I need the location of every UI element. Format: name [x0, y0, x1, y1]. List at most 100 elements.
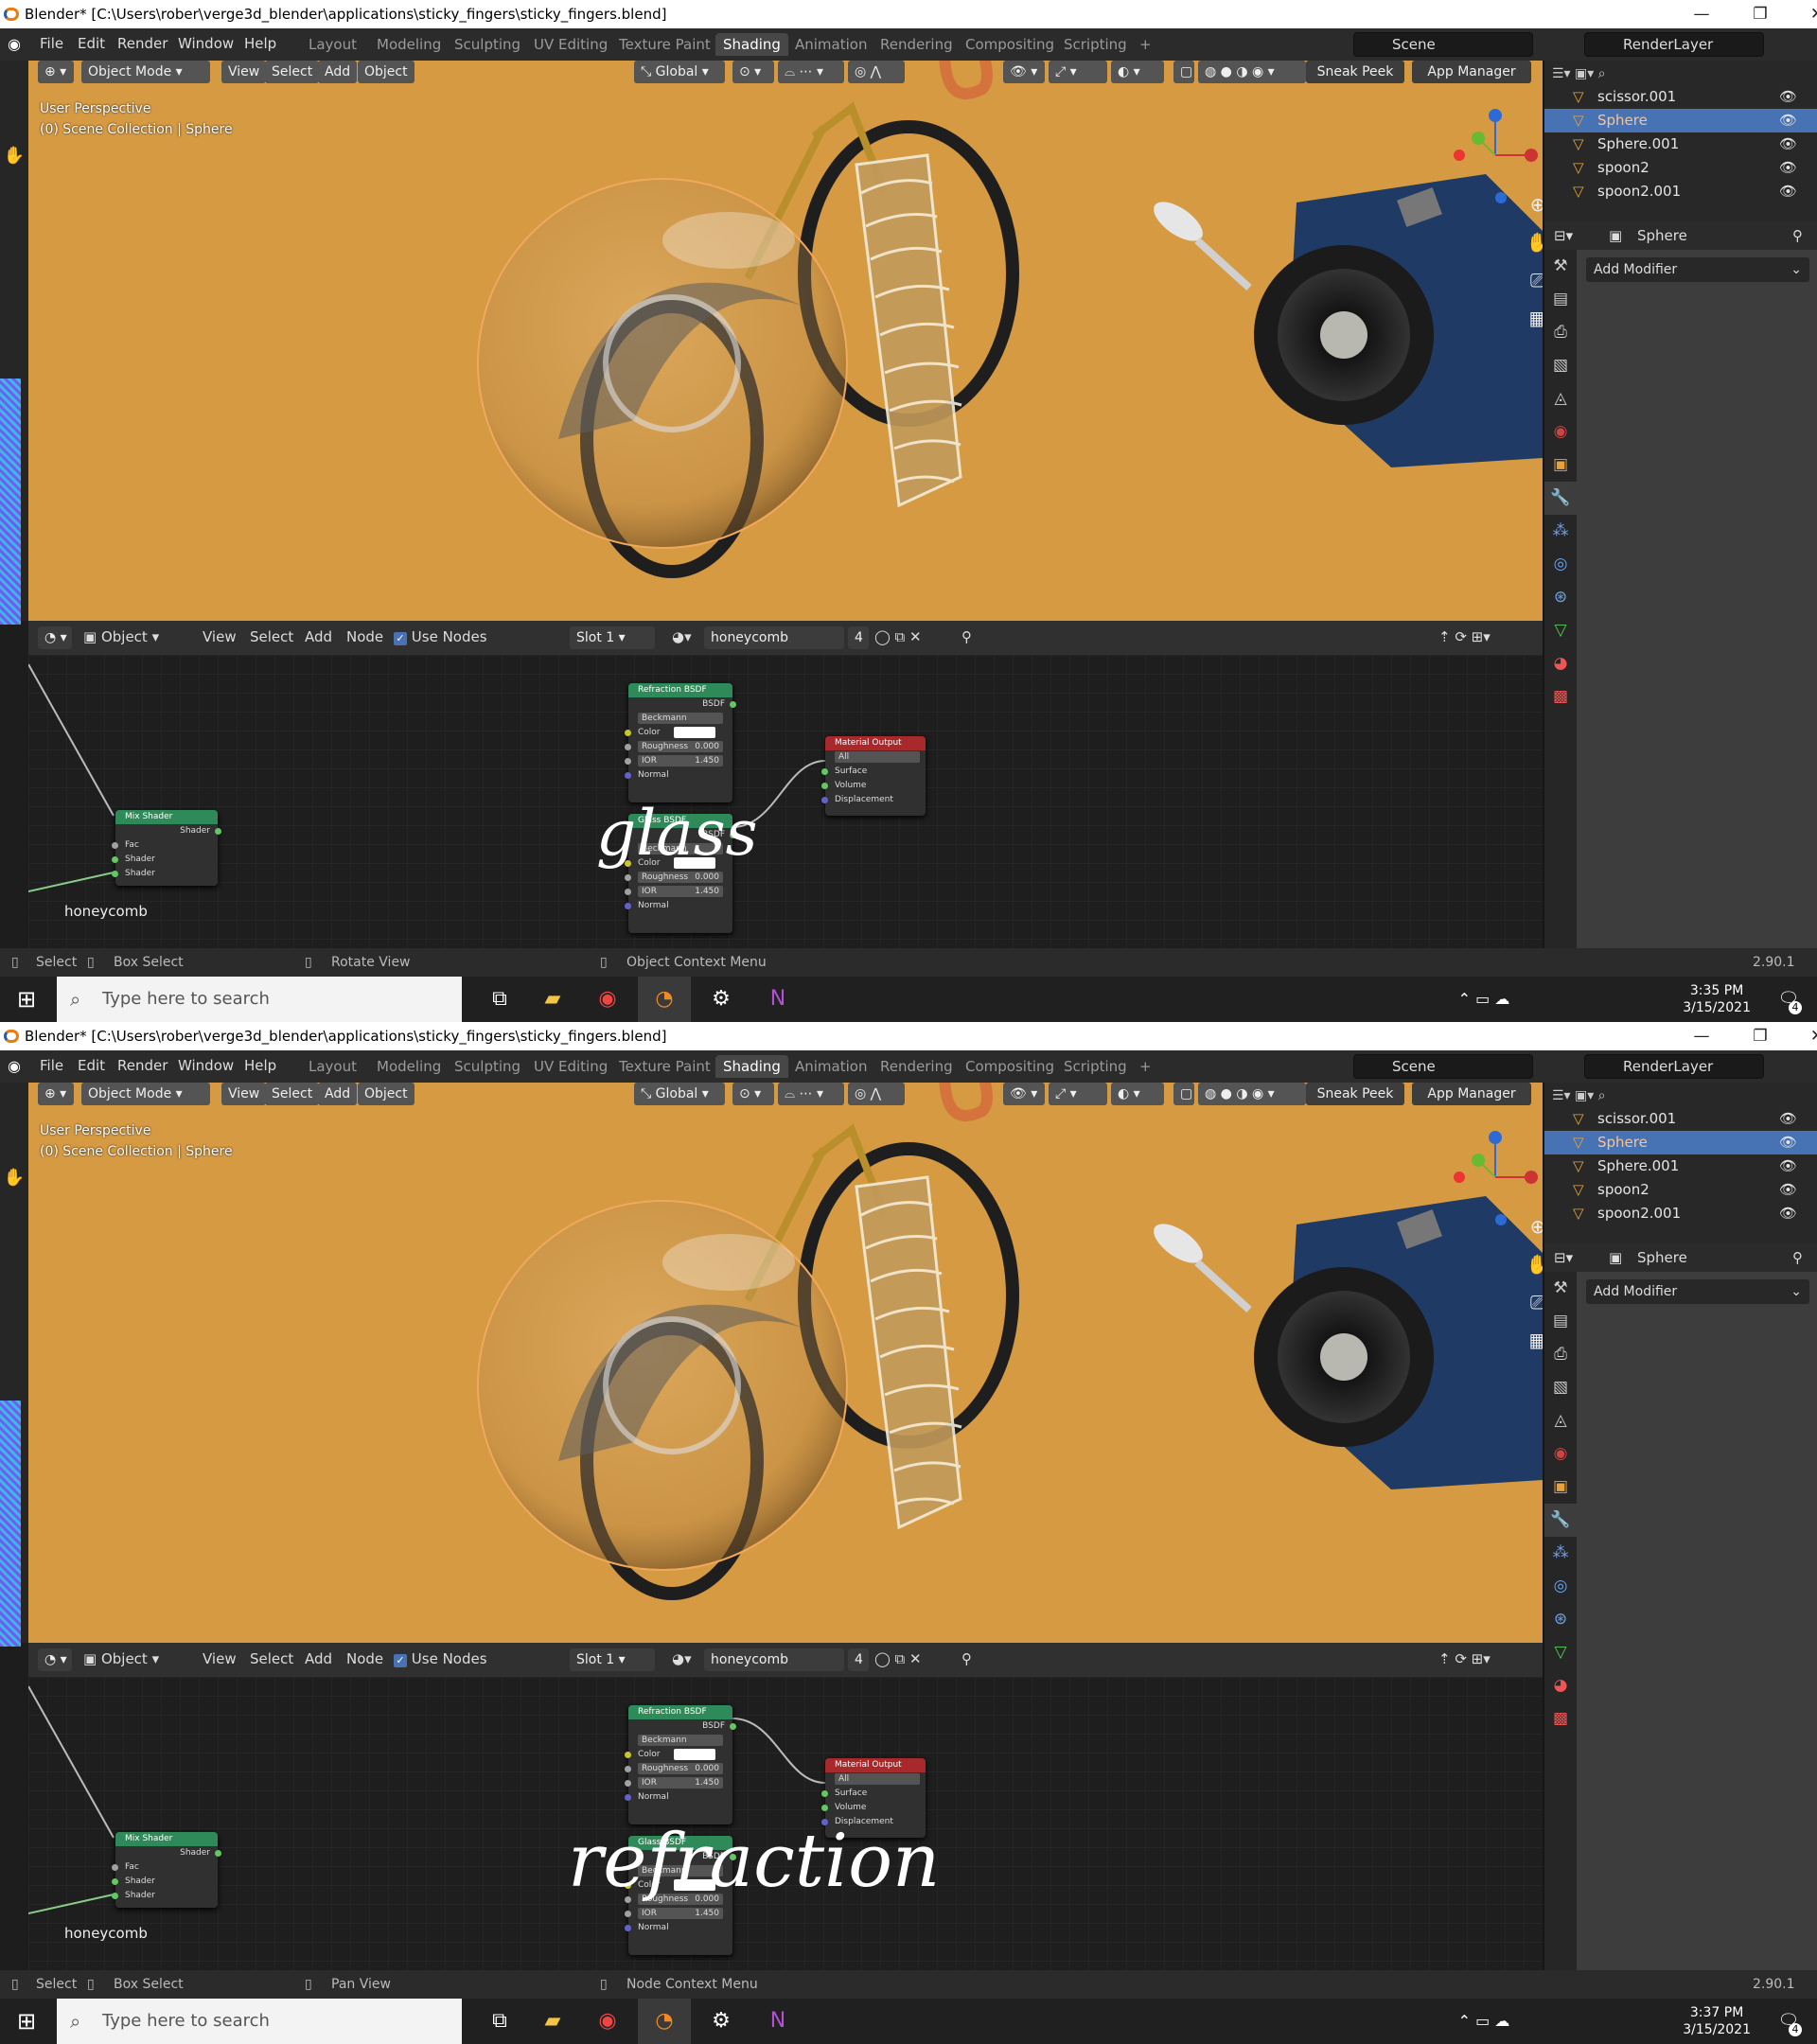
- settings-icon[interactable]: ⚙: [695, 977, 748, 1022]
- taskbar-search-box[interactable]: ⌕ Type here to search: [57, 1999, 462, 2044]
- pivot-icon[interactable]: ⊙ ▾: [732, 1083, 774, 1105]
- socket-icon[interactable]: [112, 1878, 118, 1885]
- snap-icons[interactable]: ⇡ ⟳ ⊞▾: [1438, 1650, 1491, 1667]
- windows-start-icon[interactable]: ⊞: [0, 977, 53, 1022]
- material-tab-icon[interactable]: ◕: [1544, 1669, 1577, 1702]
- tab-shading[interactable]: Shading: [715, 1055, 788, 1078]
- socket-icon[interactable]: [625, 903, 631, 909]
- socket-icon[interactable]: [625, 772, 631, 779]
- tab-shading[interactable]: Shading: [715, 33, 788, 56]
- xray-icon[interactable]: ▢: [1173, 61, 1194, 83]
- scene-selector[interactable]: Scene: [1353, 1054, 1533, 1079]
- outliner-row[interactable]: ▽ Sphere.001 👁: [1544, 1154, 1817, 1178]
- visibility-icon[interactable]: 👁 ▾: [1003, 61, 1045, 83]
- node-add-menu[interactable]: Add: [305, 1650, 332, 1667]
- tab-animation[interactable]: Animation: [787, 1055, 874, 1078]
- texture-tab-icon[interactable]: ▩: [1544, 1702, 1577, 1736]
- scene-tab-icon[interactable]: ◬: [1544, 382, 1577, 415]
- socket-icon[interactable]: [112, 1864, 118, 1871]
- node-input-ior[interactable]: IOR 1.450: [625, 1907, 732, 1921]
- add-modifier-dropdown[interactable]: Add Modifier ⌄: [1586, 1279, 1809, 1304]
- node-view-menu[interactable]: View: [203, 628, 237, 645]
- windows-start-icon[interactable]: ⊞: [0, 1999, 53, 2044]
- settings-icon[interactable]: ⚙: [695, 1999, 748, 2044]
- shader-node-editor[interactable]: Mix Shader Shader Fac Shader Shader hone…: [28, 655, 1543, 948]
- blender-taskbar-icon[interactable]: ◔: [638, 977, 691, 1022]
- node-object-selector[interactable]: ▣ Object ▾: [83, 1650, 159, 1667]
- object-menu[interactable]: Object: [358, 1083, 415, 1105]
- editor-type-button[interactable]: ⊕ ▾: [38, 61, 74, 83]
- material-name-field[interactable]: honeycomb: [704, 626, 844, 649]
- socket-icon[interactable]: [821, 768, 828, 775]
- tool-tab-icon[interactable]: ⚒: [1544, 1272, 1577, 1305]
- pin-icon[interactable]: ⚲: [961, 628, 972, 645]
- eye-icon[interactable]: 👁: [1779, 132, 1797, 156]
- socket-icon[interactable]: [215, 1850, 221, 1857]
- select-menu[interactable]: Select: [265, 1083, 320, 1105]
- socket-icon[interactable]: [112, 856, 118, 863]
- particles-tab-icon[interactable]: ⁂: [1544, 1537, 1577, 1570]
- socket-icon[interactable]: [625, 1752, 631, 1758]
- file-explorer-icon[interactable]: ▰: [526, 977, 579, 1022]
- tab-layout[interactable]: Layout: [301, 33, 364, 56]
- slot-selector[interactable]: Slot 1 ▾: [570, 626, 655, 649]
- socket-icon[interactable]: [625, 730, 631, 736]
- scene-tab-icon[interactable]: ◬: [1544, 1404, 1577, 1437]
- transform-orientation[interactable]: ⤡ Global ▾: [634, 1083, 725, 1105]
- socket-icon[interactable]: [112, 842, 118, 849]
- view-menu[interactable]: View: [221, 1083, 267, 1105]
- gizmo-toggle-icon[interactable]: ⤢ ▾: [1049, 61, 1107, 83]
- minimize-button[interactable]: —: [1673, 1022, 1730, 1050]
- blender-taskbar-icon[interactable]: ◔: [638, 1999, 691, 2044]
- close-button[interactable]: ✕: [1789, 0, 1817, 28]
- eye-icon[interactable]: 👁: [1779, 1107, 1797, 1131]
- pin-icon[interactable]: ⚲: [961, 1650, 972, 1667]
- node-input-roughness[interactable]: Roughness 0.000: [625, 740, 732, 754]
- tab-texture-paint[interactable]: Texture Paint: [611, 1055, 718, 1078]
- texture-tab-icon[interactable]: ▩: [1544, 680, 1577, 714]
- eye-icon[interactable]: 👁: [1779, 1178, 1797, 1202]
- node-object-selector[interactable]: ▣ Object ▾: [83, 628, 159, 645]
- socket-icon[interactable]: [215, 828, 221, 835]
- refraction-bsdf-node[interactable]: Refraction BSDF BSDF Beckmann Color Roug…: [625, 1705, 736, 1824]
- outliner-row-selected[interactable]: ▽ Sphere 👁: [1544, 109, 1817, 132]
- socket-icon[interactable]: [821, 783, 828, 789]
- target-select[interactable]: All: [825, 750, 926, 765]
- taskbar-search-box[interactable]: ⌕ Type here to search: [57, 977, 462, 1022]
- color-swatch[interactable]: [673, 726, 715, 738]
- material-users-count[interactable]: 4: [848, 626, 869, 649]
- restore-button[interactable]: ❐: [1732, 1022, 1789, 1050]
- taskbar-clock[interactable]: 3:37 PM 3/15/2021: [1683, 2004, 1751, 2038]
- node-input-ior[interactable]: IOR 1.450: [625, 885, 732, 899]
- pin-icon[interactable]: ⚲: [1792, 221, 1803, 250]
- xray-icon[interactable]: ▢: [1173, 1083, 1194, 1105]
- add-modifier-dropdown[interactable]: Add Modifier ⌄: [1586, 257, 1809, 282]
- snap-icon[interactable]: ⌓ ⋯ ▾: [778, 61, 844, 83]
- physics-tab-icon[interactable]: ◎: [1544, 1570, 1577, 1603]
- output-tab-icon[interactable]: ⎙: [1544, 316, 1577, 349]
- use-nodes-checkbox[interactable]: ✓ Use Nodes: [394, 1650, 487, 1667]
- view-layer-tab-icon[interactable]: ▧: [1544, 1371, 1577, 1404]
- blender-menu-icon[interactable]: ◉: [8, 1057, 21, 1075]
- world-tab-icon[interactable]: ◉: [1544, 1437, 1577, 1471]
- node-input-roughness[interactable]: Roughness 0.000: [625, 1762, 732, 1776]
- outliner-row[interactable]: ▽ spoon2.001 👁: [1544, 180, 1817, 203]
- onenote-icon[interactable]: N: [751, 977, 804, 1022]
- zoom-icon[interactable]: ⊕: [1524, 1215, 1543, 1243]
- node-select-menu[interactable]: Select: [250, 628, 293, 645]
- hand-pan-icon[interactable]: ✋: [1524, 1253, 1543, 1281]
- socket-icon[interactable]: [625, 874, 631, 881]
- tab-sculpting[interactable]: Sculpting: [447, 1055, 528, 1078]
- gizmo-toggle-icon[interactable]: ⤢ ▾: [1049, 1083, 1107, 1105]
- transform-orientation[interactable]: ⤡ Global ▾: [634, 61, 725, 83]
- outliner-row[interactable]: ▽ spoon2 👁: [1544, 156, 1817, 180]
- socket-icon[interactable]: [112, 1893, 118, 1899]
- tab-animation[interactable]: Animation: [787, 33, 874, 56]
- add-menu[interactable]: Add: [318, 1083, 358, 1105]
- menu-file[interactable]: File: [40, 1057, 63, 1074]
- pivot-icon[interactable]: ⊙ ▾: [732, 61, 774, 83]
- close-button[interactable]: ✕: [1789, 1022, 1817, 1050]
- tab-uv-editing[interactable]: UV Editing: [526, 1055, 615, 1078]
- output-tab-icon[interactable]: ⎙: [1544, 1338, 1577, 1371]
- socket-icon[interactable]: [625, 1911, 631, 1917]
